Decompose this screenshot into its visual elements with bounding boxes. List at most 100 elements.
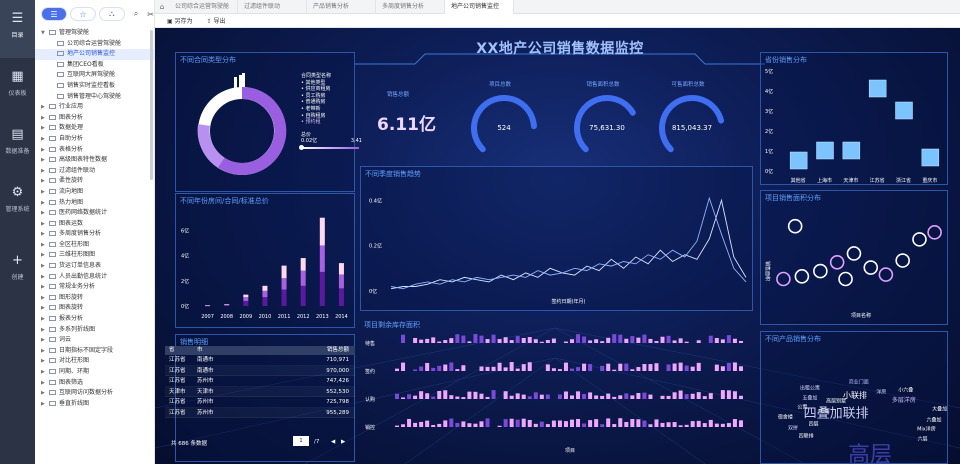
tree-node[interactable]: ▶ 多系列折线图 [35,325,154,336]
expand-arrow-icon[interactable]: ▶ [41,229,49,240]
tab-0[interactable]: 公司综合运营驾驶舱 [169,0,238,14]
tree-node[interactable]: ▶ 人员出勤信息统计 [35,272,154,283]
rail-item-0[interactable]: ☰ 目录 [0,0,35,58]
table-row[interactable]: 江苏省 苏州市 955,289 [165,407,355,418]
table-row[interactable]: 天津市 天津市 552,530 [165,386,355,397]
tree-node[interactable]: ▶ 图表旋转 [35,303,154,314]
expand-arrow-icon[interactable]: ▶ [41,388,49,399]
tree-node[interactable]: ▶ 全区柱形图 [35,240,154,251]
expand-arrow-icon[interactable]: ▶ [41,198,49,209]
expand-arrow-icon[interactable]: ▶ [41,134,49,145]
expand-arrow-icon[interactable]: ▶ [41,325,49,336]
export-button[interactable]: ⇪ 导出 [207,16,226,25]
expand-arrow-icon[interactable]: ▶ [41,346,49,357]
tab-4[interactable]: 地产公司销售监控 [445,0,514,14]
tree-node[interactable]: ▶ 高级图表特性数据 [35,155,154,166]
next-page-icon[interactable]: ▶ [341,439,345,445]
table-row[interactable]: 江苏省 苏州市 725,798 [165,397,355,408]
tree-node[interactable]: ▶ 日期指标不固定字段 [35,346,154,357]
tree-node[interactable]: ▶ 行业应用 [35,102,154,113]
tree-scrollbar[interactable] [150,30,153,180]
expand-arrow-icon[interactable]: ▶ [41,261,49,272]
range-slider[interactable]: 0.02亿 3.41 [301,138,362,146]
expand-arrow-icon[interactable]: ▶ [41,219,49,230]
tree-node[interactable]: ▶ 医药网络数据统计 [35,208,154,219]
tree-node[interactable]: ▶ 图表运数 [35,219,154,230]
expand-arrow-icon[interactable]: ▶ [41,356,49,367]
tree-node[interactable]: ▶ 图形旋转 [35,293,154,304]
expand-arrow-icon[interactable]: ▶ [41,314,49,325]
expand-arrow-icon[interactable]: ▶ [41,123,49,134]
rail-item-1[interactable]: ▦ 仪表板 [0,58,35,116]
home-icon[interactable]: ⌂ [155,3,169,11]
expand-arrow-icon[interactable]: ▶ [41,303,49,314]
tree-node[interactable]: ▶ 表格分析 [35,145,154,156]
rail-item-2[interactable]: ▤ 数据准备 [0,116,35,174]
tree-node[interactable]: 互联网大屏驾驶舱 [35,70,154,81]
expand-arrow-icon[interactable]: ▶ [41,335,49,346]
expand-arrow-icon[interactable]: ▶ [41,208,49,219]
favorite-view-toggle-icon[interactable]: ☆ [69,7,96,21]
expand-arrow-icon[interactable]: ▼ [41,28,49,39]
tree-node[interactable]: ▶ 过滤组件联动 [35,166,154,177]
expand-arrow-icon[interactable]: ▶ [41,282,49,293]
table-header-cell[interactable]: 销售总额 [233,346,355,355]
expand-arrow-icon[interactable]: ▶ [41,155,49,166]
tree-node[interactable]: 地产公司销售监控 [35,49,154,60]
tab-1[interactable]: 过滤组件联动 [238,0,307,14]
rail-item-3[interactable]: ⚙ 管理系统 [0,174,35,232]
tree-node[interactable]: ▶ 互联网访问数据分析 [35,388,154,399]
tree-node[interactable]: ▼ 管理驾驶舱 [35,28,154,39]
tree-node[interactable]: ▶ 热力地图 [35,198,154,209]
search-icon[interactable]: ⌕ [134,9,138,19]
tab-3[interactable]: 多周度销售分析 [376,0,445,14]
range-slider-track[interactable] [299,145,359,151]
tree-node[interactable]: ▶ 同期、环期 [35,367,154,378]
tree-node[interactable]: ▶ 货运订单信息表 [35,261,154,272]
tree-node[interactable]: ▶ 图表分析 [35,113,154,124]
page-input[interactable]: 1 [293,436,309,446]
tree-node[interactable]: 销售实时监控看板 [35,81,154,92]
prev-page-icon[interactable]: ◀ [331,439,335,445]
expand-arrow-icon[interactable]: ▶ [41,145,49,156]
list-view-toggle-icon[interactable]: ☰ [41,7,67,21]
tree-node[interactable]: ▶ 对比柱形图 [35,356,154,367]
tree-node[interactable]: 集团CEO看板 [35,60,154,71]
tree-node[interactable]: ▶ 词云 [35,335,154,346]
table-header-cell[interactable]: 市 [193,346,233,355]
tree-node[interactable]: ▶ 多周度销售分析 [35,229,154,240]
tree-node[interactable]: ▶ 报表分析 [35,314,154,325]
expand-arrow-icon[interactable]: ▶ [41,378,49,389]
tree-node[interactable]: ▶ 图表筛选 [35,378,154,389]
expand-arrow-icon[interactable]: ▶ [41,293,49,304]
tree-node[interactable]: ▶ 流向地图 [35,187,154,198]
province-xlabel: 天津市 [843,177,858,184]
tab-2[interactable]: 产品销售分析 [307,0,376,14]
rail-item-4[interactable]: + 创建 [0,242,35,300]
expand-arrow-icon[interactable]: ▶ [41,187,49,198]
expand-arrow-icon[interactable]: ▶ [41,367,49,378]
tree-node[interactable]: ▶ 柔性旋转 [35,176,154,187]
expand-arrow-icon[interactable]: ▶ [41,399,49,410]
table-row[interactable]: 江苏省 南通市 970,000 [165,365,355,376]
expand-arrow-icon[interactable]: ▶ [41,240,49,251]
tree-node[interactable]: ▶ 三维柱形图图 [35,250,154,261]
tree-node[interactable]: ▶ 自助分析 [35,134,154,145]
tree-node[interactable]: ▶ 数据处理 [35,123,154,134]
table-row[interactable]: 江苏省 苏州市 747,426 [165,376,355,387]
expand-arrow-icon[interactable]: ▶ [41,102,49,113]
expand-arrow-icon[interactable]: ▶ [41,250,49,261]
tree-node[interactable]: 销售管理中心驾驶舱 [35,92,154,103]
expand-arrow-icon[interactable]: ▶ [41,166,49,177]
expand-arrow-icon[interactable]: ▶ [41,113,49,124]
tree-node[interactable]: 公司综合运营驾驶舱 [35,39,154,50]
tree-node[interactable]: ▶ 常规业务分析 [35,282,154,293]
tree-view-toggle-icon[interactable]: ⛬ [98,7,125,21]
tree-node[interactable]: ▶ 垂直折线图 [35,399,154,410]
expand-arrow-icon[interactable]: ▶ [41,176,49,187]
expand-arrow-icon[interactable]: ▶ [41,272,49,283]
table-row[interactable]: 江苏省 南通市 710,971 [165,355,355,366]
table-header-cell[interactable]: 省 [165,346,193,355]
collapse-icon[interactable]: ✂ [147,10,154,19]
save-as-button[interactable]: ▣ 另存为 [167,16,193,25]
